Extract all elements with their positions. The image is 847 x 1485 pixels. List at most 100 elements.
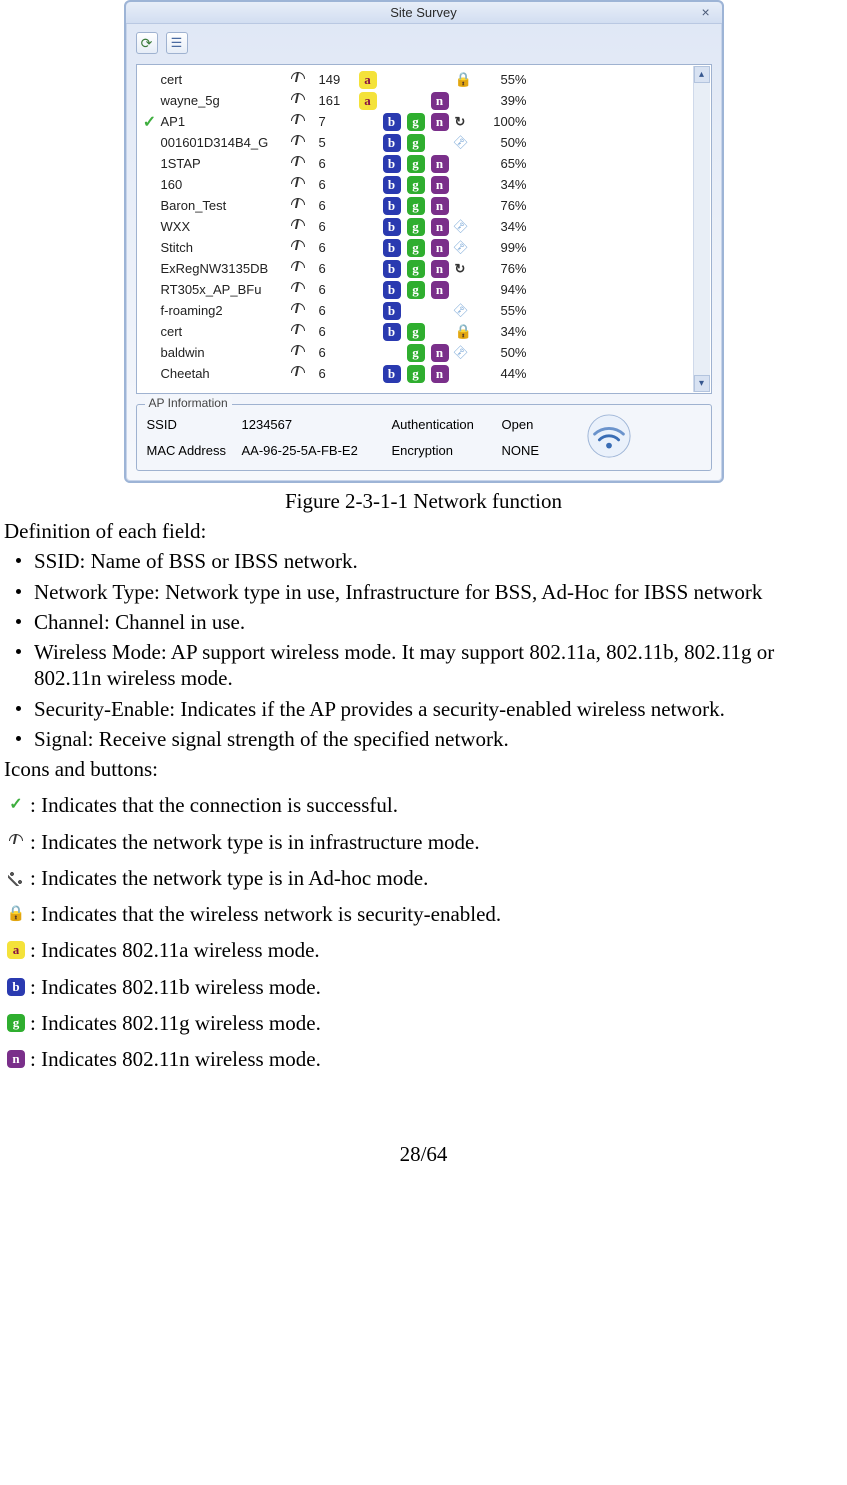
icon-desc-n: n : Indicates 802.11n wireless mode.	[4, 1046, 843, 1072]
refresh-icon: ⟳	[141, 35, 153, 52]
mode-n-icon: n	[431, 176, 455, 194]
mode-b-icon: b	[383, 113, 407, 131]
mode-b-icon: b	[383, 302, 407, 320]
mode-g-icon: g	[7, 1014, 25, 1032]
network-row[interactable]: f-roaming26b⚿55%	[139, 300, 693, 321]
figure-caption: Figure 2-3-1-1 Network function	[0, 489, 847, 514]
definition-item: Signal: Receive signal strength of the s…	[4, 726, 843, 752]
mode-g-icon: g	[407, 176, 431, 194]
network-row[interactable]: 1STAP6bgn65%	[139, 153, 693, 174]
network-row[interactable]: baldwin6gn⚿50%	[139, 342, 693, 363]
scrollbar[interactable]: ▴ ▾	[693, 66, 710, 392]
auth-value: Open	[502, 417, 572, 432]
network-row[interactable]: ExRegNW3135DB6bgn↻76%	[139, 258, 693, 279]
ssid-cell: f-roaming2	[161, 303, 291, 318]
network-row[interactable]: wayne_5g161an39%	[139, 90, 693, 111]
icon-desc-security: 🔒 : Indicates that the wireless network …	[4, 901, 843, 927]
scroll-down-button[interactable]: ▾	[694, 375, 710, 392]
network-row[interactable]: Stitch6bgn⚿99%	[139, 237, 693, 258]
network-row[interactable]: Baron_Test6bgn76%	[139, 195, 693, 216]
ssid-label: SSID	[147, 417, 242, 432]
signal-cell: 55%	[481, 72, 531, 87]
icon-desc-g: g : Indicates 802.11g wireless mode.	[4, 1010, 843, 1036]
mode-g-icon: g	[407, 344, 431, 362]
infrastructure-icon	[291, 135, 319, 151]
infrastructure-icon	[291, 114, 319, 130]
mode-n-icon: n	[7, 1050, 25, 1068]
network-row[interactable]: Cheetah6bgn44%	[139, 363, 693, 384]
ssid-cell: AP1	[161, 114, 291, 129]
signal-cell: 44%	[481, 366, 531, 381]
channel-cell: 6	[319, 261, 359, 276]
icon-desc-text: : Indicates 802.11n wireless mode.	[30, 1046, 321, 1072]
mode-g-icon: g	[407, 155, 431, 173]
definition-item: Network Type: Network type in use, Infra…	[4, 579, 843, 605]
channel-cell: 6	[319, 345, 359, 360]
network-row[interactable]: RT305x_AP_BFu6bgn94%	[139, 279, 693, 300]
ssid-cell: 1STAP	[161, 156, 291, 171]
mode-g-icon: g	[407, 365, 431, 383]
mode-b-icon: b	[383, 176, 407, 194]
channel-cell: 6	[319, 324, 359, 339]
infrastructure-icon	[291, 303, 319, 319]
ap-information: AP Information SSID 1234567 Authenticati…	[136, 404, 712, 471]
security-icon: 🔒	[455, 323, 481, 340]
ssid-cell: RT305x_AP_BFu	[161, 282, 291, 297]
ssid-cell: 001601D314B4_G	[161, 135, 291, 150]
mode-n-icon: n	[431, 113, 455, 131]
icon-desc-text: : Indicates the network type is in infra…	[30, 829, 480, 855]
site-survey-window: Site Survey × ⟳ ☰ cert149a🔒55%wayne_5g16…	[124, 0, 724, 483]
channel-cell: 161	[319, 93, 359, 108]
mode-b-icon: b	[383, 134, 407, 152]
icon-desc-text: : Indicates 802.11a wireless mode.	[30, 937, 320, 963]
ssid-cell: cert	[161, 72, 291, 87]
infrastructure-icon	[291, 198, 319, 214]
definition-item: Wireless Mode: AP support wireless mode.…	[4, 639, 843, 692]
channel-cell: 6	[319, 219, 359, 234]
mode-a-icon: a	[359, 71, 383, 89]
mode-n-icon: n	[431, 155, 455, 173]
infrastructure-icon	[291, 72, 319, 88]
close-icon[interactable]: ×	[702, 5, 716, 19]
ssid-cell: WXX	[161, 219, 291, 234]
channel-cell: 7	[319, 114, 359, 129]
mode-n-icon: n	[431, 92, 455, 110]
channel-cell: 6	[319, 240, 359, 255]
toolbar: ⟳ ☰	[126, 24, 722, 64]
scroll-up-button[interactable]: ▴	[694, 66, 710, 83]
ssid-cell: Cheetah	[161, 366, 291, 381]
definitions-heading: Definition of each field:	[4, 518, 843, 544]
network-row[interactable]: cert6bg🔒34%	[139, 321, 693, 342]
infrastructure-icon	[291, 93, 319, 109]
refresh-button[interactable]: ⟳	[136, 32, 158, 54]
definitions-list: SSID: Name of BSS or IBSS network.Networ…	[4, 548, 843, 752]
ssid-cell: baldwin	[161, 345, 291, 360]
network-row[interactable]: ✓AP17bgn↻100%	[139, 111, 693, 132]
mode-g-icon: g	[407, 134, 431, 152]
infrastructure-icon	[291, 261, 319, 277]
scroll-thumb[interactable]	[694, 83, 710, 375]
mode-b-icon: b	[383, 260, 407, 278]
connected-icon: ✓	[139, 112, 161, 132]
channel-cell: 6	[319, 282, 359, 297]
network-row[interactable]: 1606bgn34%	[139, 174, 693, 195]
network-row[interactable]: WXX6bgn⚿34%	[139, 216, 693, 237]
channel-cell: 149	[319, 72, 359, 87]
signal-cell: 99%	[481, 240, 531, 255]
ssid-cell: ExRegNW3135DB	[161, 261, 291, 276]
list-view-button[interactable]: ☰	[166, 32, 188, 54]
window-title: Site Survey	[390, 5, 456, 20]
infrastructure-icon	[291, 177, 319, 193]
icons-heading: Icons and buttons:	[4, 756, 843, 782]
signal-cell: 65%	[481, 156, 531, 171]
security-icon: ↻	[455, 261, 481, 277]
enc-value: NONE	[502, 443, 572, 458]
network-row[interactable]: cert149a🔒55%	[139, 69, 693, 90]
page-number: 28/64	[0, 1142, 847, 1167]
signal-cell: 39%	[481, 93, 531, 108]
wifi-logo-icon	[586, 413, 632, 462]
network-row[interactable]: 001601D314B4_G5bg⚿50%	[139, 132, 693, 153]
mode-n-icon: n	[431, 260, 455, 278]
mode-g-icon: g	[407, 197, 431, 215]
security-icon: ⚿	[455, 239, 481, 256]
